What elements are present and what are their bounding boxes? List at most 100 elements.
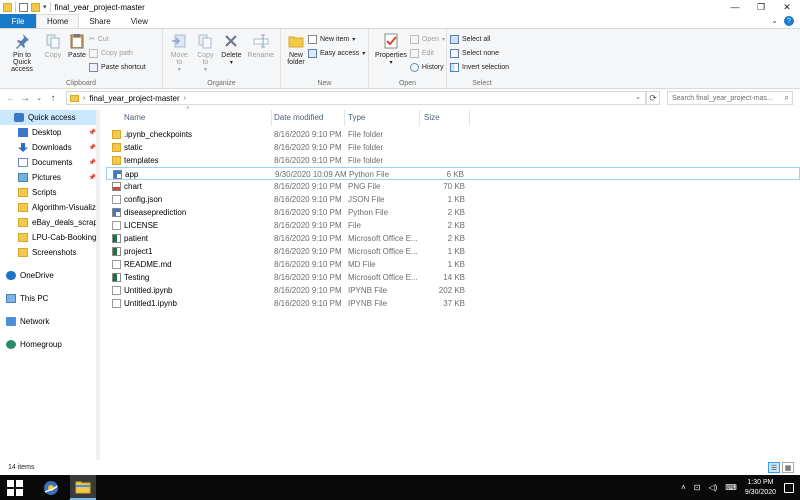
maximize-button[interactable]: ❐ (748, 0, 774, 14)
chevron-down-icon: ▾ (362, 50, 366, 57)
table-row[interactable]: chart 8/16/2020 9:10 PM PNG File 70 KB (106, 180, 800, 193)
chevron-down-icon[interactable]: ⌄ (635, 93, 641, 101)
chevron-down-icon[interactable]: ⌄ (771, 16, 778, 26)
clock-date: 9/30/2020 (744, 488, 776, 496)
refresh-button[interactable]: ⟳ (646, 91, 660, 105)
taskbar-app-browser[interactable] (38, 475, 64, 500)
back-button[interactable]: ← (4, 91, 18, 105)
pin-label: Pin to Quick access (11, 52, 33, 73)
group-label-open: Open (398, 80, 417, 87)
folder-icon (18, 218, 28, 227)
table-row[interactable]: Testing 8/16/2020 9:10 PM Microsoft Office… (106, 271, 800, 284)
nav-item-scripts[interactable]: Scripts (0, 185, 100, 200)
column-divider[interactable] (271, 110, 272, 126)
chevron-up-icon[interactable]: ˄ (681, 483, 686, 492)
nav-item-network[interactable]: Network (0, 314, 100, 329)
folder-icon (18, 188, 28, 197)
nav-item-homegroup[interactable]: Homegroup (0, 337, 100, 352)
column-header-size[interactable]: Size (424, 113, 440, 122)
recent-locations-button[interactable]: ⌄ (32, 91, 46, 105)
new-item-button[interactable]: New item ▾ (308, 33, 365, 45)
pin-icon[interactable]: 📌 (89, 144, 96, 151)
tab-home[interactable]: Home (36, 14, 80, 28)
window-controls: — ❐ ✕ (722, 0, 800, 14)
table-row[interactable]: project1 8/16/2020 9:10 PM Microsoft Offic… (106, 245, 800, 258)
nav-item-downloads[interactable]: Downloads 📌 (0, 140, 100, 155)
file-size: 2 KB (447, 208, 465, 217)
chevron-right-icon[interactable]: › (83, 95, 85, 102)
column-divider[interactable] (469, 110, 470, 126)
table-row[interactable]: Untitled1.ipynb 8/16/2020 9:10 PM IPYNB Fi… (106, 297, 800, 310)
customize-toolbar-icon[interactable]: ▾ (43, 3, 47, 11)
paste-shortcut-button[interactable]: Paste shortcut (89, 61, 146, 73)
column-header-date[interactable]: Date modified (274, 113, 323, 122)
copy-path-button[interactable]: Copy path (89, 47, 146, 59)
nav-item-algorithm-visualiza[interactable]: Algorithm-Visualiza (0, 200, 100, 215)
keyboard-icon[interactable]: ⌨ (725, 483, 737, 492)
tab-share[interactable]: Share (79, 14, 120, 28)
table-row[interactable]: config.json 8/16/2020 9:10 PM JSON File 1 K… (106, 193, 800, 206)
cut-button[interactable]: ✂ Cut (89, 33, 146, 45)
table-row[interactable]: README.md 8/16/2020 9:10 PM MD File 1 KB (106, 258, 800, 271)
rename-label: Rename (247, 52, 274, 59)
table-row[interactable]: app 9/30/2020 10:09 AM Python File 6 KB (106, 167, 800, 180)
volume-icon[interactable]: ◁) (708, 483, 717, 492)
edit-button[interactable]: Edit (409, 47, 445, 59)
invert-selection-button[interactable]: Invert selection (450, 61, 509, 73)
large-icons-view-button[interactable]: ▦ (782, 462, 794, 473)
tab-file[interactable]: File (0, 14, 36, 28)
history-button[interactable]: History (409, 61, 445, 73)
nav-item-ebay-deals-scraper[interactable]: eBay_deals_scraper- (0, 215, 100, 230)
taskbar-app-file-explorer[interactable] (70, 475, 96, 500)
pin-icon[interactable]: 📌 (89, 174, 96, 181)
table-row[interactable]: .ipynb_checkpoints 8/16/2020 9:10 PM File … (106, 128, 800, 141)
details-view-button[interactable]: ☰ (768, 462, 780, 473)
nav-item-label: Homegroup (20, 340, 62, 349)
address-bar[interactable]: › final_year_project-master › ⌄ (66, 91, 646, 105)
folder-file-icon (112, 130, 121, 139)
help-icon[interactable]: ? (784, 16, 794, 26)
table-row[interactable]: patient 8/16/2020 9:10 PM Microsoft Office… (106, 232, 800, 245)
table-row[interactable]: templates 8/16/2020 9:10 PM File folder (106, 154, 800, 167)
file-list: ˄ Name Date modified Type Size .ipynb_ch… (106, 106, 800, 460)
select-all-button[interactable]: Select all (450, 33, 509, 45)
file-name: static (124, 143, 143, 152)
table-row[interactable]: LICENSE 8/16/2020 9:10 PM File 2 KB (106, 219, 800, 232)
table-row[interactable]: static 8/16/2020 9:10 PM File folder (106, 141, 800, 154)
nav-item-quick-access[interactable]: Quick access (0, 110, 100, 125)
tab-view[interactable]: View (121, 14, 158, 28)
new-folder-icon[interactable] (31, 2, 40, 12)
start-button[interactable] (6, 479, 24, 497)
scrollbar[interactable] (96, 110, 100, 460)
column-divider[interactable] (344, 110, 345, 126)
nav-item-label: Downloads (32, 143, 72, 152)
network-icon[interactable]: ⊡ (694, 483, 701, 492)
search-input[interactable]: Search final_year_project-mas... ⌕ (667, 91, 793, 105)
forward-button[interactable]: → (18, 91, 32, 105)
select-none-button[interactable]: Select none (450, 47, 509, 59)
table-row[interactable]: diseaseprediction 8/16/2020 9:10 PM Python… (106, 206, 800, 219)
clock[interactable]: 1:30 PM 9/30/2020 (745, 478, 776, 498)
nav-item-this-pc[interactable]: This PC (0, 291, 100, 306)
column-header-name[interactable]: Name (124, 113, 145, 122)
open-button[interactable]: Open ▾ (409, 33, 445, 45)
pin-icon[interactable]: 📌 (89, 129, 96, 136)
nav-item-documents[interactable]: Documents 📌 (0, 155, 100, 170)
close-button[interactable]: ✕ (774, 0, 800, 14)
minimize-button[interactable]: — (722, 0, 748, 14)
up-button[interactable]: ↑ (46, 91, 60, 105)
pin-icon[interactable]: 📌 (89, 159, 96, 166)
nav-item-screenshots[interactable]: Screenshots (0, 245, 100, 260)
column-header-type[interactable]: Type (348, 113, 365, 122)
breadcrumb[interactable]: final_year_project-master (89, 94, 179, 103)
nav-item-lpu-cab-booking-s[interactable]: LPU-Cab-Booking-S (0, 230, 100, 245)
notifications-icon[interactable] (784, 482, 794, 493)
table-row[interactable]: Untitled.ipynb 8/16/2020 9:10 PM IPYNB Fil… (106, 284, 800, 297)
easy-access-button[interactable]: Easy access ▾ (308, 47, 365, 59)
column-divider[interactable] (419, 110, 420, 126)
nav-item-onedrive[interactable]: OneDrive (0, 268, 100, 283)
nav-item-pictures[interactable]: Pictures 📌 (0, 170, 100, 185)
nav-item-desktop[interactable]: Desktop 📌 (0, 125, 100, 140)
chevron-right-icon[interactable]: › (184, 95, 186, 102)
properties-icon[interactable] (19, 2, 28, 12)
